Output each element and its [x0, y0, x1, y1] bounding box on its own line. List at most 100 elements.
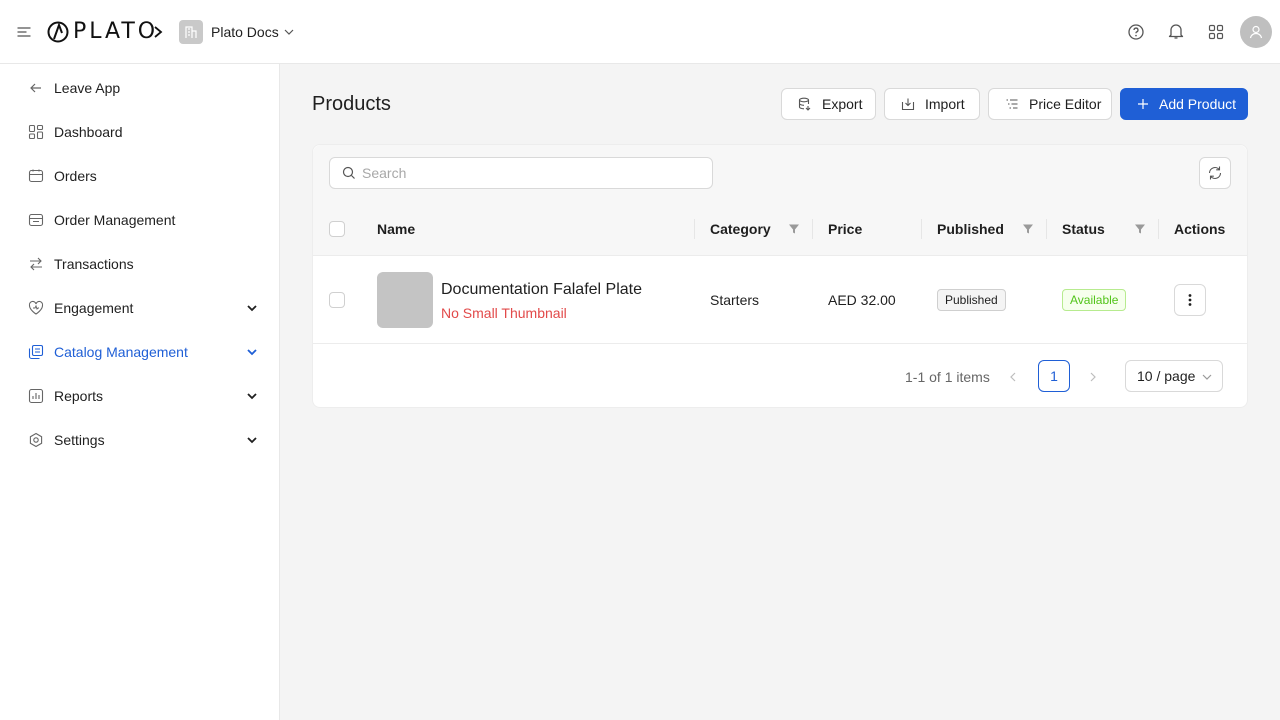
- sidebar-item-transactions[interactable]: Transactions: [0, 244, 279, 284]
- published-badge: Published: [937, 289, 1006, 311]
- chevron-down-icon: [247, 437, 257, 444]
- page-size-value: 10 / page: [1137, 368, 1196, 384]
- org-name[interactable]: Plato Docs: [211, 23, 279, 41]
- logo-mark-icon: [47, 21, 69, 43]
- logo-text: PLATO: [73, 19, 159, 44]
- table-row[interactable]: Documentation Falafel Plate No Small Thu…: [313, 256, 1247, 344]
- menu-icon[interactable]: [16, 24, 32, 40]
- filter-icon[interactable]: [1134, 223, 1146, 235]
- column-divider: [1158, 219, 1159, 239]
- column-header-name: Name: [377, 221, 416, 237]
- column-divider: [921, 219, 922, 239]
- chevron-down-icon: [1202, 374, 1212, 380]
- thumbnail-warning: No Small Thumbnail: [441, 305, 567, 321]
- page-title: Products: [312, 93, 391, 115]
- dashboard-icon: [28, 124, 44, 140]
- chevron-down-icon: [247, 393, 257, 400]
- import-icon: [901, 98, 915, 111]
- top-bar: PLATO Plato Docs: [0, 0, 1280, 64]
- sidebar-item-label: Catalog Management: [54, 344, 188, 360]
- products-table-card: Name Category Price Published Status Act…: [312, 144, 1248, 408]
- column-header-actions: Actions: [1174, 221, 1226, 237]
- column-divider: [694, 219, 695, 239]
- row-checkbox[interactable]: [329, 292, 345, 308]
- sidebar-item-order-management[interactable]: Order Management: [0, 200, 279, 240]
- help-icon[interactable]: [1126, 22, 1146, 42]
- chevron-right-icon[interactable]: [1087, 371, 1099, 383]
- table-header: Name Category Price Published Status Act…: [313, 202, 1247, 256]
- sidebar-item-settings[interactable]: Settings: [0, 420, 279, 460]
- apps-grid-icon[interactable]: [1206, 22, 1226, 42]
- sidebar-item-engagement[interactable]: Engagement: [0, 288, 279, 328]
- chevron-down-icon[interactable]: [283, 26, 295, 38]
- arrow-left-icon: [30, 83, 41, 93]
- plus-icon: [1138, 99, 1148, 109]
- chevron-right-icon: [154, 26, 163, 38]
- search-icon: [342, 166, 355, 179]
- import-label: Import: [925, 96, 965, 112]
- settings-icon: [29, 432, 43, 448]
- avatar[interactable]: [1240, 16, 1272, 48]
- column-divider: [812, 219, 813, 239]
- sidebar-item-label: Reports: [54, 388, 104, 404]
- search-input[interactable]: [362, 165, 692, 181]
- row-actions-button[interactable]: [1174, 284, 1206, 316]
- search-box[interactable]: [329, 157, 713, 189]
- column-header-published: Published: [937, 221, 1004, 237]
- pagination-info: 1-1 of 1 items: [905, 369, 990, 385]
- export-label: Export: [822, 96, 863, 112]
- bell-icon[interactable]: [1166, 21, 1186, 41]
- filter-icon[interactable]: [1022, 223, 1034, 235]
- table-toolbar: [313, 145, 1247, 202]
- sidebar-item-label: Orders: [54, 168, 97, 184]
- status-badge: Available: [1062, 289, 1127, 311]
- sidebar-item-label: Settings: [54, 432, 105, 448]
- refresh-button[interactable]: [1199, 157, 1231, 189]
- add-product-label: Add Product: [1159, 96, 1237, 112]
- price-editor-button[interactable]: Price Editor: [988, 88, 1112, 120]
- sidebar-item-leave-app[interactable]: Leave App: [0, 68, 279, 108]
- chevron-left-icon[interactable]: [1007, 371, 1019, 383]
- building-glyph-icon: [185, 26, 197, 38]
- filter-icon[interactable]: [788, 223, 800, 235]
- chevron-down-icon: [247, 349, 257, 356]
- sidebar-item-label: Engagement: [54, 300, 134, 316]
- page-size-select[interactable]: 10 / page: [1125, 360, 1223, 392]
- more-vertical-icon: [1188, 294, 1192, 306]
- column-divider: [1046, 219, 1047, 239]
- refresh-icon: [1208, 166, 1222, 180]
- column-header-category: Category: [710, 221, 771, 237]
- transactions-icon: [30, 257, 42, 271]
- add-product-button[interactable]: Add Product: [1120, 88, 1248, 120]
- sidebar-item-label: Dashboard: [54, 124, 123, 140]
- reports-icon: [28, 388, 44, 404]
- product-thumbnail: [377, 272, 433, 328]
- product-price: AED 32.00: [828, 292, 896, 308]
- sidebar-item-reports[interactable]: Reports: [0, 376, 279, 416]
- sidebar-item-catalog-management[interactable]: Catalog Management: [0, 332, 279, 372]
- price-editor-label: Price Editor: [1029, 96, 1102, 112]
- pagination-page-current[interactable]: 1: [1038, 360, 1070, 392]
- database-icon: [798, 97, 811, 111]
- column-header-price: Price: [828, 221, 863, 237]
- select-all-checkbox[interactable]: [329, 221, 345, 237]
- product-category: Starters: [710, 292, 760, 308]
- sidebar-item-label: Leave App: [54, 80, 121, 96]
- order-management-icon: [28, 213, 44, 227]
- column-header-status: Status: [1062, 221, 1105, 237]
- sidebar-item-label: Order Management: [54, 212, 176, 228]
- chevron-down-icon: [247, 305, 257, 312]
- import-button[interactable]: Import: [884, 88, 980, 120]
- building-icon[interactable]: [179, 20, 203, 44]
- export-button[interactable]: Export: [781, 88, 876, 120]
- list-indent-icon: [1006, 99, 1018, 109]
- product-name[interactable]: Documentation Falafel Plate: [441, 280, 642, 300]
- user-icon: [1249, 25, 1263, 39]
- sidebar: Leave App Dashboard Orders Order Managem…: [0, 64, 280, 720]
- heart-icon: [28, 300, 44, 315]
- sidebar-item-orders[interactable]: Orders: [0, 156, 279, 196]
- sidebar-item-label: Transactions: [54, 256, 134, 272]
- plato-logo[interactable]: PLATO: [47, 21, 158, 43]
- orders-icon: [28, 169, 44, 183]
- sidebar-item-dashboard[interactable]: Dashboard: [0, 112, 279, 152]
